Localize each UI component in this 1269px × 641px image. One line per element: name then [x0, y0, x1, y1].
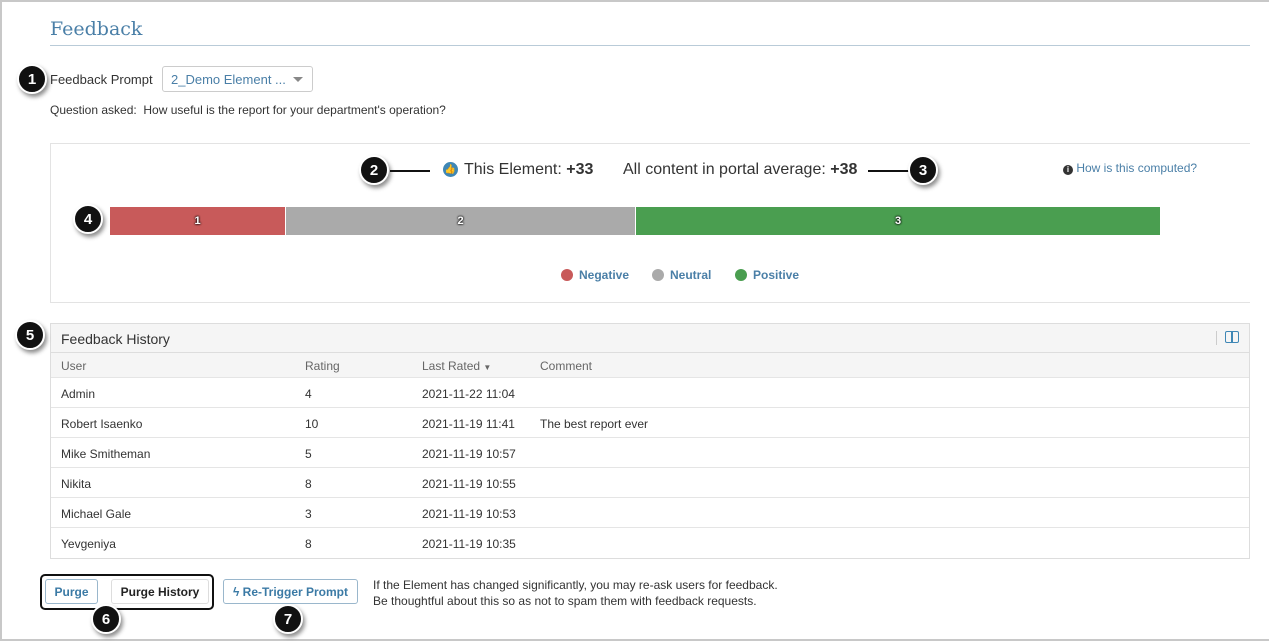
cell-user: Robert Isaenko — [61, 417, 143, 431]
cell-user: Mike Smitheman — [61, 447, 151, 461]
this-element-label: This Element: — [464, 161, 562, 178]
arrow-icon — [868, 170, 910, 172]
callout-2: 2 — [359, 155, 389, 185]
table-header: Feedback History — [51, 324, 1249, 353]
prompt-label: Feedback Prompt — [50, 72, 153, 87]
legend-positive[interactable]: Positive — [735, 268, 799, 282]
bar-label: 2 — [457, 215, 464, 227]
retrigger-prompt-button[interactable]: ϟ Re-Trigger Prompt — [223, 579, 358, 604]
bar-label: 3 — [894, 215, 902, 227]
table-row: Yevgeniya 8 2021-11-19 10:35 — [51, 528, 1249, 558]
callout-3: 3 — [908, 155, 938, 185]
portal-average-label: All content in portal average: — [623, 161, 826, 178]
portal-average-score: +38 — [830, 161, 858, 178]
retrigger-note-1: If the Element has changed significantly… — [373, 578, 778, 592]
how-computed-link[interactable]: i How is this computed? — [1063, 161, 1197, 175]
cell-date: 2021-11-19 10:53 — [422, 507, 516, 521]
cell-date: 2021-11-19 10:57 — [422, 447, 516, 461]
table-row: Michael Gale 3 2021-11-19 10:53 — [51, 498, 1249, 528]
column-headers: User Rating Last Rated ▼ Comment — [51, 353, 1249, 378]
cell-rating: 8 — [305, 477, 312, 491]
retrigger-label: Re-Trigger Prompt — [242, 584, 349, 599]
col-user[interactable]: User — [61, 359, 86, 373]
info-icon: i — [1063, 165, 1073, 175]
cell-rating: 8 — [305, 537, 312, 551]
cell-date: 2021-11-22 11:04 — [422, 387, 515, 401]
cell-rating: 4 — [305, 387, 312, 401]
question: Question asked: How useful is the report… — [50, 103, 446, 117]
callout-1: 1 — [17, 64, 47, 94]
negative-dot-icon — [561, 269, 573, 281]
columns-toggle-icon[interactable] — [1225, 331, 1239, 343]
col-last-rated[interactable]: Last Rated ▼ — [422, 359, 491, 373]
feedback-history-table: Feedback History User Rating Last Rated … — [50, 323, 1250, 559]
legend-neutral[interactable]: Neutral — [652, 268, 711, 282]
callout-7: 7 — [273, 604, 303, 634]
cell-user: Michael Gale — [61, 507, 132, 521]
col-rating[interactable]: Rating — [305, 359, 340, 373]
legend-label: Positive — [753, 268, 800, 282]
cell-date: 2021-11-19 10:35 — [422, 537, 516, 551]
cell-user: Admin — [61, 387, 96, 401]
table-row: Admin 4 2021-11-22 11:04 — [51, 378, 1249, 408]
cell-date: 2021-11-19 11:41 — [422, 417, 515, 431]
bar-segment-negative[interactable]: 1 — [110, 207, 285, 235]
callout-5: 5 — [15, 320, 45, 350]
purge-button[interactable]: Purge — [45, 579, 98, 604]
page-title: Feedback — [50, 18, 143, 40]
select-value: 2_Demo Element ... — [171, 72, 286, 87]
bar-label: 1 — [194, 215, 201, 227]
this-element-score: +33 — [566, 161, 594, 178]
positive-dot-icon — [735, 269, 747, 281]
col-comment[interactable]: Comment — [540, 359, 592, 373]
how-computed-text: How is this computed? — [1076, 161, 1198, 175]
legend-label: Negative — [579, 268, 630, 282]
table-row: Robert Isaenko 10 2021-11-19 11:41 The best… — [51, 408, 1249, 438]
cell-date: 2021-11-19 10:55 — [422, 477, 516, 491]
legend-label: Neutral — [670, 268, 712, 282]
cell-user: Yevgeniya — [61, 537, 116, 551]
arrow-icon — [390, 170, 430, 172]
cell-rating: 10 — [305, 417, 319, 431]
table-title: Feedback History — [61, 331, 170, 347]
table-row: Mike Smitheman 5 2021-11-19 10:57 — [51, 438, 1249, 468]
sort-desc-icon: ▼ — [483, 363, 492, 372]
bar-segment-neutral[interactable]: 2 — [285, 207, 635, 235]
neutral-dot-icon — [652, 269, 664, 281]
cell-user: Nikita — [61, 477, 92, 491]
lightning-icon: ϟ — [232, 584, 243, 599]
chevron-down-icon — [293, 77, 303, 82]
cell-rating: 5 — [305, 447, 312, 461]
cell-rating: 3 — [305, 507, 312, 521]
feedback-prompt-select[interactable]: 2_Demo Element ... — [162, 66, 313, 92]
table-row: Nikita 8 2021-11-19 10:55 — [51, 468, 1249, 498]
retrigger-note-2: Be thoughtful about this so as not to sp… — [373, 594, 757, 608]
cell-comment: The best report ever — [540, 417, 649, 431]
question-text: How useful is the report for your depart… — [143, 103, 446, 117]
legend-negative[interactable]: Negative — [561, 268, 629, 282]
purge-history-button[interactable]: Purge History — [111, 579, 209, 604]
divider — [1216, 331, 1217, 345]
question-label: Question asked: — [50, 103, 137, 117]
title-divider — [50, 45, 1250, 46]
callout-4: 4 — [73, 204, 103, 234]
col-last-rated-label: Last Rated — [422, 359, 481, 373]
callout-6: 6 — [91, 604, 121, 634]
bar-segment-positive[interactable]: 3 — [635, 207, 1160, 235]
thumbs-up-icon: 👍 — [443, 162, 458, 177]
